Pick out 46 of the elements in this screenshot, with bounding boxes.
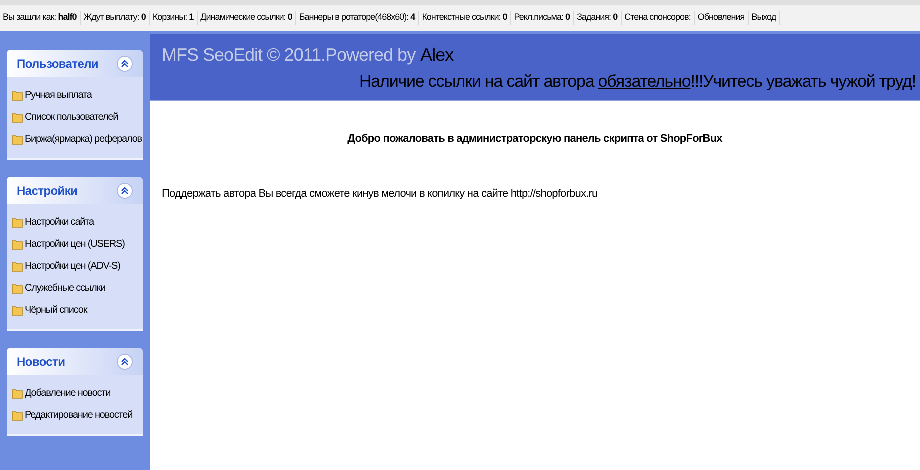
sidebar-link[interactable]: Чёрный список [12, 304, 88, 317]
notice-text: Наличие ссылки на сайт автора обязательно!!!Учитесь уважать чужой труд! [360, 71, 916, 93]
panel-title: Пользователи [17, 56, 98, 72]
sidebar-link[interactable]: Настройки сайта [12, 216, 94, 229]
status-item: Задания: 0 [574, 11, 622, 25]
sidebar-link[interactable]: Настройки цен (USERS) [12, 238, 125, 251]
double-chevron-icon [121, 186, 129, 196]
folder-icon [12, 90, 23, 101]
notice-link[interactable]: обязательно [598, 72, 691, 91]
folder-icon [12, 217, 23, 228]
author-name: Alex [420, 44, 454, 67]
support-text: Поддержать автора Вы всегда сможете кинув мелочи в копилку на сайте http://shopforbux.ru [162, 186, 599, 202]
folder-icon [12, 388, 23, 399]
status-item: Корзины: 1 [150, 11, 198, 25]
status-item: Рекл.письма: 0 [511, 11, 574, 25]
status-item: Вы зашли как: half0 [0, 11, 81, 25]
double-chevron-icon [121, 58, 129, 68]
status-item: Контекстные ссылки: 0 [419, 11, 512, 25]
double-chevron-icon [121, 356, 129, 366]
status-item: Стена спонсоров: [622, 11, 695, 25]
site-title: MFS SeoEdit © 2011.Powered by [162, 44, 416, 67]
status-item: Выход [748, 11, 780, 25]
panel-title: Настройки [17, 182, 78, 200]
sidebar-link[interactable]: Биржа(ярмарка) рефералов [12, 133, 142, 146]
status-item: Баннеры в ротаторе(468x60): 4 [296, 11, 420, 25]
folder-icon [12, 112, 23, 123]
folder-icon [12, 283, 23, 294]
folder-icon [12, 305, 23, 316]
sidebar-link[interactable]: Ручная выплата [12, 89, 92, 102]
folder-icon [12, 410, 23, 421]
folder-icon [12, 134, 23, 145]
sidebar-link[interactable]: Служебные ссылки [12, 282, 106, 295]
collapse-button[interactable] [117, 354, 133, 370]
welcome-text: Добро пожаловать в администраторскую панель скрипта от ShopForBux [346, 132, 724, 147]
folder-icon [12, 261, 23, 272]
sidebar-link[interactable]: Список пользователей [12, 111, 118, 124]
sidebar-link[interactable]: Настройки цен (ADV-S) [12, 260, 120, 273]
status-item: Ждут выплату: 0 [80, 11, 150, 25]
panel-title: Новости [17, 354, 66, 370]
collapse-button[interactable] [117, 56, 133, 72]
sidebar-link[interactable]: Добавление новости [12, 387, 111, 400]
sidebar-link[interactable]: Редактирование новостей [12, 409, 133, 422]
status-item: Обновления [694, 11, 749, 25]
status-item: Динамические ссылки: 0 [198, 11, 296, 25]
collapse-button[interactable] [117, 182, 133, 198]
folder-icon [12, 239, 23, 250]
